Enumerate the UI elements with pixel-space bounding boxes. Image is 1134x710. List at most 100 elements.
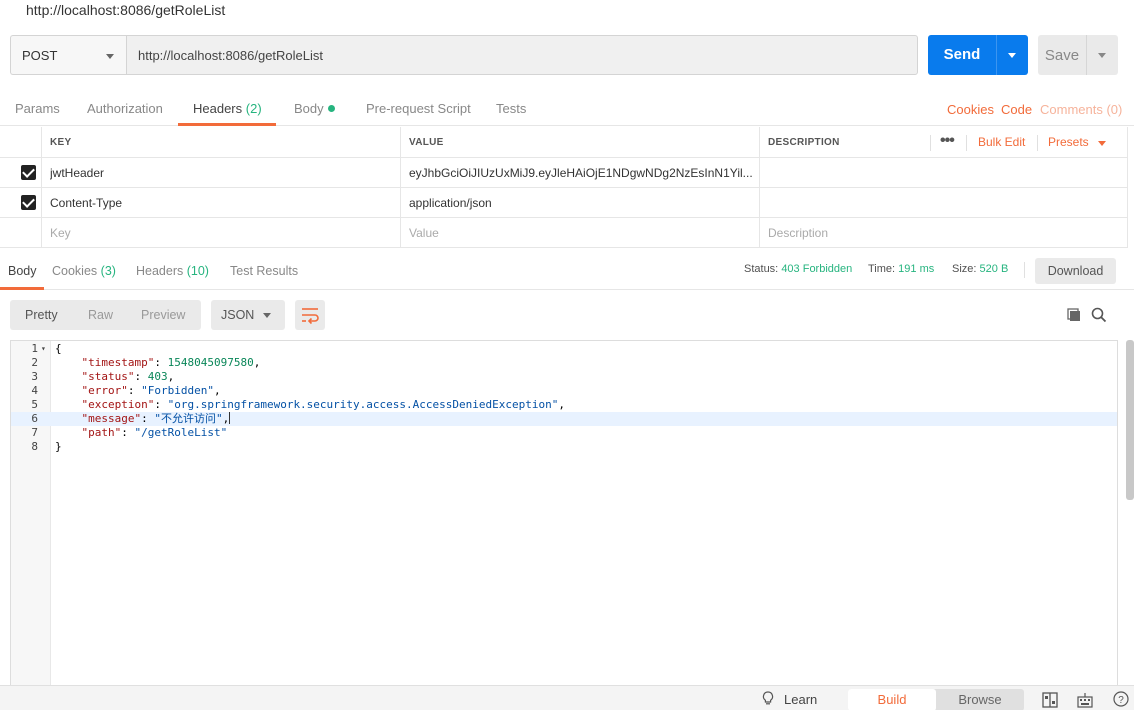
code-line-active: 6 "message": "不允许访问", (11, 412, 1117, 426)
wrap-lines-button[interactable] (295, 300, 325, 330)
build-browse-toggle: Build Browse (848, 689, 1024, 710)
header-key: jwtHeader (50, 166, 105, 180)
build-tab[interactable]: Build (848, 689, 936, 710)
code-line: 7 "path": "/getRoleList" (31, 426, 228, 439)
copy-icon[interactable] (1067, 308, 1081, 322)
more-options-icon[interactable]: ••• (940, 132, 955, 150)
tab-tests[interactable]: Tests (496, 101, 526, 116)
value-cell[interactable]: eyJhbGciOiJIUzUxMiJ9.eyJleHAiOjE1NDgwNDg… (400, 158, 759, 187)
presets-dropdown[interactable]: Presets (1048, 135, 1106, 149)
table-row-new: Key Value Description (0, 218, 1128, 248)
chevron-down-icon (106, 54, 114, 59)
view-pretty[interactable]: Pretty (25, 308, 58, 322)
active-tab-indicator (0, 287, 44, 290)
code-line: 3 "status": 403, (31, 370, 175, 383)
column-header-value: VALUE (409, 137, 444, 148)
save-button[interactable]: Save (1038, 35, 1118, 75)
divider (996, 35, 997, 75)
view-preview[interactable]: Preview (141, 308, 185, 322)
url-text: http://localhost:8086/getRoleList (138, 48, 324, 63)
row-enabled-checkbox[interactable] (21, 195, 36, 210)
new-description-input[interactable]: Description (759, 218, 1128, 247)
divider (1037, 135, 1038, 151)
response-body-editor[interactable]: 1 ▾ { 2 "timestamp": 1548045097580, 3 "s… (10, 340, 1118, 690)
method-label: POST (22, 48, 58, 63)
view-raw[interactable]: Raw (88, 308, 113, 322)
time-readout: Time: 191 ms (868, 263, 934, 275)
two-pane-layout-icon[interactable] (1042, 692, 1058, 708)
tab-params[interactable]: Params (15, 101, 60, 116)
send-label: Send (943, 46, 981, 63)
cookies-link[interactable]: Cookies (947, 102, 994, 117)
code-line: 1 ▾ { (31, 342, 62, 356)
tab-headers[interactable]: Headers (2) (193, 101, 262, 116)
send-button[interactable]: Send (928, 35, 1028, 75)
format-select[interactable]: JSON (211, 300, 285, 330)
divider (966, 135, 967, 151)
response-tabs: Body Cookies (3) Headers (10) Test Resul… (0, 250, 1134, 290)
help-icon[interactable]: ? (1113, 691, 1129, 707)
window-title: http://localhost:8086/getRoleList (26, 2, 226, 18)
row-enabled-checkbox[interactable] (21, 165, 36, 180)
time-label: Time: (868, 263, 896, 275)
tab-cookies-count: (3) (100, 264, 116, 278)
chevron-down-icon (1098, 141, 1106, 146)
headers-table: KEY VALUE DESCRIPTION ••• Bulk Edit Pres… (0, 127, 1128, 248)
divider (1086, 35, 1087, 75)
request-tabs: Params Authorization Headers (2) Body Pr… (0, 88, 1134, 126)
description-cell[interactable] (759, 188, 1128, 217)
column-header-key: KEY (50, 137, 72, 148)
tab-headers-label: Headers (136, 264, 184, 278)
tab-pre-request-script[interactable]: Pre-request Script (366, 101, 471, 116)
learn-label: Learn (784, 692, 818, 707)
value-placeholder: Value (409, 226, 439, 240)
status-label: Status: (744, 263, 779, 275)
time-value: 191 ms (898, 263, 935, 275)
new-value-input[interactable]: Value (400, 218, 759, 247)
header-value: eyJhbGciOiJIUzUxMiJ9.eyJleHAiOjE1NDgwNDg… (409, 166, 753, 180)
code-line: 8 } (31, 440, 62, 453)
comments-link[interactable]: Comments (0) (1040, 102, 1122, 117)
window-scrollbar[interactable] (1126, 340, 1134, 500)
size-label: Size: (952, 263, 977, 275)
column-header-description: DESCRIPTION (768, 137, 840, 148)
tab-headers-count: (2) (245, 101, 262, 116)
code-link[interactable]: Code (1001, 102, 1032, 117)
description-cell[interactable] (759, 158, 1128, 187)
new-key-input[interactable]: Key (41, 218, 400, 247)
tab-response-headers[interactable]: Headers (10) (136, 264, 209, 278)
tab-test-results[interactable]: Test Results (230, 264, 298, 278)
tab-authorization[interactable]: Authorization (87, 101, 163, 116)
table-row: Content-Type application/json (0, 188, 1128, 218)
bulk-edit-link[interactable]: Bulk Edit (978, 135, 1025, 149)
tab-response-cookies[interactable]: Cookies (3) (52, 264, 116, 278)
key-cell[interactable]: jwtHeader (41, 158, 400, 187)
search-icon[interactable] (1091, 307, 1107, 323)
download-button[interactable]: Download (1035, 258, 1116, 284)
window-title-bar: http://localhost:8086/getRoleList (0, 0, 1134, 24)
active-tab-indicator (178, 123, 276, 126)
send-options-chevron-icon[interactable] (1008, 53, 1016, 58)
view-mode-segmented: Pretty Raw Preview (10, 300, 201, 330)
tab-response-body[interactable]: Body (8, 264, 37, 278)
tab-body[interactable]: Body (294, 101, 335, 116)
tab-cookies-label: Cookies (52, 264, 98, 278)
key-cell[interactable]: Content-Type (41, 188, 400, 217)
method-select[interactable]: POST (10, 35, 126, 75)
learn-link[interactable]: Learn (762, 691, 818, 707)
save-label: Save (1044, 47, 1080, 64)
browse-tab[interactable]: Browse (936, 689, 1024, 710)
table-header-row: KEY VALUE DESCRIPTION ••• Bulk Edit Pres… (0, 127, 1128, 158)
value-cell[interactable]: application/json (400, 188, 759, 217)
save-options-chevron-icon[interactable] (1098, 53, 1106, 58)
response-view-bar: Pretty Raw Preview JSON (10, 300, 1134, 330)
size-value: 520 B (979, 263, 1009, 275)
chevron-down-icon (263, 313, 271, 318)
request-bar: POST http://localhost:8086/getRoleList S… (10, 35, 1134, 75)
fold-caret-icon[interactable]: ▾ (41, 342, 46, 356)
divider (1024, 262, 1025, 278)
status-footer: Learn Build Browse ? (0, 685, 1134, 710)
url-input[interactable]: http://localhost:8086/getRoleList (126, 35, 918, 75)
status-readout: Status: 403 Forbidden (744, 263, 852, 275)
keyboard-shortcuts-icon[interactable] (1077, 692, 1093, 708)
